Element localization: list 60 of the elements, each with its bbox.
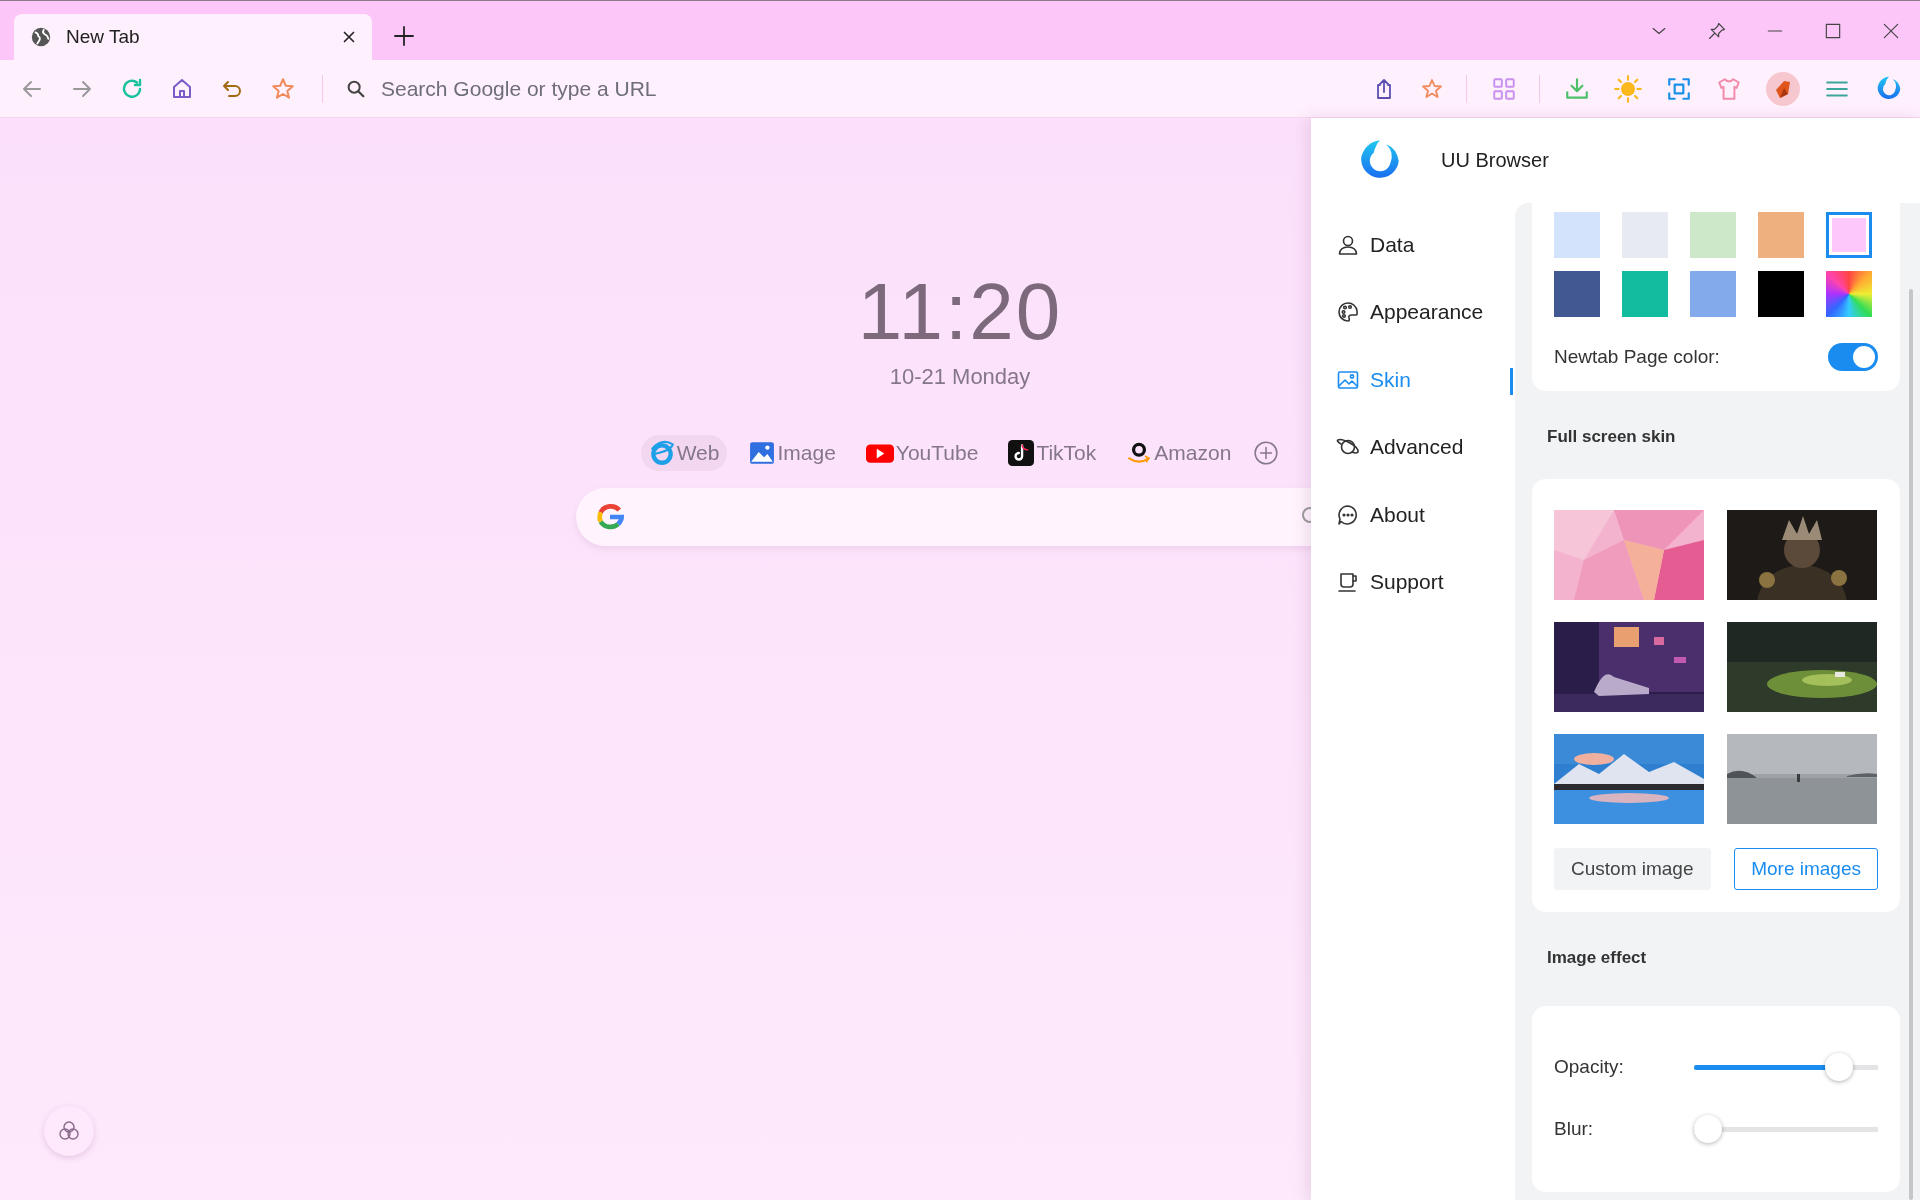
- color-swatch[interactable]: [1690, 271, 1736, 317]
- scrollbar[interactable]: [1909, 289, 1913, 1200]
- slider-thumb[interactable]: [1825, 1053, 1854, 1081]
- add-icon[interactable]: [1253, 440, 1280, 466]
- nav-item[interactable]: Appearance: [1311, 278, 1515, 346]
- slider-label: Opacity:: [1554, 1056, 1625, 1078]
- nav-item[interactable]: Support: [1311, 548, 1515, 616]
- color-swatch[interactable]: [1758, 271, 1804, 317]
- star-icon[interactable]: [270, 75, 296, 102]
- search-engine-tab[interactable]: Image: [741, 435, 844, 471]
- clock-date: 10-21 Monday: [889, 364, 1031, 390]
- color-swatch[interactable]: [1826, 271, 1872, 317]
- slider-thumb[interactable]: [1694, 1115, 1722, 1143]
- section-title: Full screen skin: [1546, 426, 1677, 443]
- more-images-button[interactable]: More images: [1734, 848, 1878, 890]
- nav-item[interactable]: Advanced: [1311, 413, 1515, 481]
- search-engine-tab[interactable]: TikTok: [1000, 435, 1105, 471]
- sun-icon[interactable]: [1614, 74, 1642, 103]
- palette-icon: [1336, 300, 1360, 325]
- color-swatch[interactable]: [1622, 271, 1668, 317]
- home-icon[interactable]: [170, 76, 194, 101]
- color-swatch[interactable]: [1554, 271, 1600, 317]
- globe-icon: [30, 26, 52, 48]
- nav-item[interactable]: About: [1311, 481, 1515, 549]
- g-logo-icon: [596, 503, 624, 531]
- image-icon: [749, 440, 776, 466]
- new-tab-icon[interactable]: [392, 24, 416, 48]
- pin-icon[interactable]: [1707, 20, 1727, 41]
- custom-image-button[interactable]: Custom image: [1554, 848, 1711, 890]
- circles-icon: [57, 1119, 81, 1143]
- browser-tab[interactable]: New Tab: [14, 14, 372, 60]
- color-swatch[interactable]: [1622, 212, 1668, 258]
- slider-label: Blur:: [1554, 1118, 1595, 1140]
- grid-icon[interactable]: [1491, 75, 1517, 102]
- search-engine-tab[interactable]: Web: [640, 435, 728, 471]
- app-name: UU Browser: [1441, 149, 1549, 172]
- music-note-icon: [1008, 440, 1035, 466]
- color-swatch[interactable]: [1690, 212, 1736, 258]
- globe-e-icon: [648, 440, 675, 466]
- cup-icon: [1336, 570, 1360, 595]
- color-swatch[interactable]: [1554, 212, 1600, 258]
- setting-label: Newtab Page color:: [1554, 346, 1720, 368]
- color-swatch[interactable]: [1826, 212, 1872, 258]
- download-icon[interactable]: [1564, 75, 1590, 102]
- search-engine-tab[interactable]: YouTube: [857, 434, 987, 472]
- color-swatch[interactable]: [1758, 212, 1804, 258]
- clock-time: 11:20: [857, 266, 1063, 358]
- nav-item[interactable]: Data: [1311, 211, 1515, 279]
- star-icon[interactable]: [1420, 76, 1444, 101]
- search-engine-tab[interactable]: Amazon: [1118, 435, 1240, 471]
- nav-item[interactable]: Skin: [1311, 346, 1515, 414]
- screenshot-icon[interactable]: [1666, 75, 1692, 102]
- avatar-icon[interactable]: [1766, 71, 1800, 106]
- chat-icon: [1336, 502, 1360, 527]
- theme-button[interactable]: [44, 1106, 94, 1156]
- section-title: Image effect: [1546, 947, 1648, 964]
- smile-arrow-icon: [1126, 440, 1153, 466]
- reload-icon[interactable]: [120, 76, 144, 101]
- shirt-icon[interactable]: [1716, 75, 1742, 102]
- toggle-switch[interactable]: [1828, 343, 1878, 371]
